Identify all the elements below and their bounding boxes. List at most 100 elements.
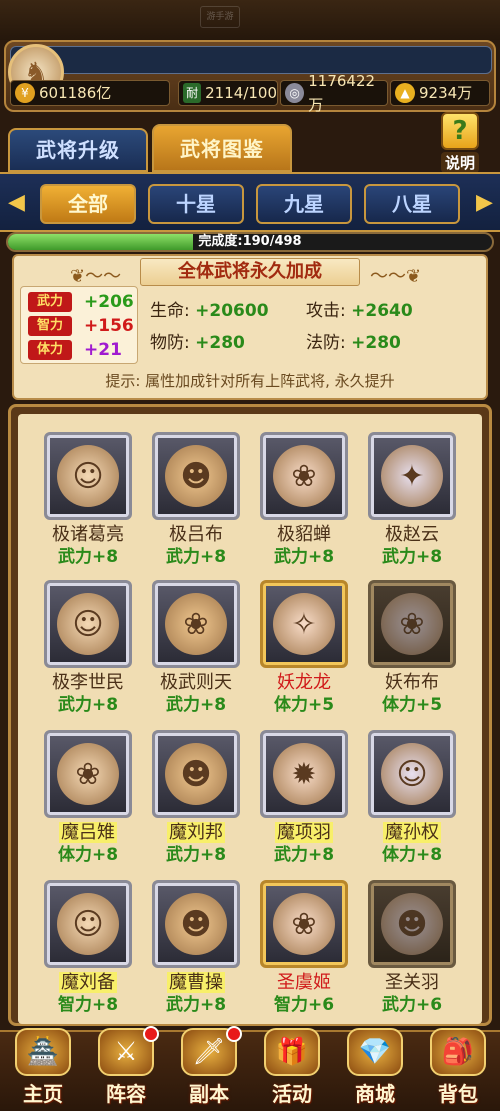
hero-bonus: 体力+8 [381,845,443,865]
hero-bonus: 武力+8 [381,547,443,567]
hero-name: 魔曹操 [146,972,246,994]
hero-card[interactable]: ✹ 魔项羽 武力+8 [254,716,354,865]
hero-portrait: ✧ [260,580,348,668]
hero-name: 妖龙龙 [254,672,354,694]
hero-card[interactable]: ✧ 妖龙龙 体力+5 [254,566,354,715]
hero-card[interactable]: ✦ 极赵云 武力+8 [362,418,462,567]
hp-value: +20600 [195,301,269,321]
hero-face-icon: ❀ [273,893,335,955]
tab-hero-upgrade[interactable]: 武将升级 [8,128,148,172]
palace-icon: 🏯 [15,1028,71,1076]
hero-name-text: 极武则天 [160,672,232,693]
filter-tab-10-star[interactable]: 十星 [148,184,244,224]
help-label: 说明 [440,152,479,173]
nav-home[interactable]: 🏯 主页 [2,1026,84,1111]
hero-bonus: 智力+6 [273,995,335,1015]
bonus-hint: 提示: 属性加成针对所有上阵武将, 永久提升 [105,372,395,390]
hero-name: 妖布布 [362,672,462,694]
filter-tab-all[interactable]: 全部 [40,184,136,224]
silver-value: 1176422万 [308,72,376,114]
hero-portrait: ❀ [44,730,132,818]
bag-icon: 🎒 [430,1028,486,1076]
hero-bonus: 体力+5 [273,695,335,715]
hero-name: 极诸葛亮 [38,524,138,546]
help-button[interactable]: ? 说明 [430,112,490,173]
nav-events[interactable]: 🎁 活动 [251,1026,333,1111]
hero-bonus: 武力+8 [57,547,119,567]
hero-card[interactable]: ☻ 魔刘邦 武力+8 [146,716,246,865]
ingot-display: ▲ 9234万 [390,80,490,106]
hero-bonus: 体力+8 [57,845,119,865]
hero-name-text: 极赵云 [385,524,439,545]
hero-name-text: 魔项羽 [275,822,333,843]
hero-card[interactable]: ☺ 魔孙权 体力+8 [362,716,462,865]
hero-card[interactable]: ☺ 极李世民 武力+8 [38,566,138,715]
nav-lineup[interactable]: ⚔ 阵容 [85,1026,167,1111]
hero-bonus: 武力+8 [273,845,335,865]
pdef-bonus: 物防: +280 [150,332,245,354]
hero-portrait: ☻ [152,432,240,520]
hero-name-text: 极吕布 [169,524,223,545]
hero-bonus: 体力+5 [381,695,443,715]
hero-portrait: ❀ [368,580,456,668]
silver-coin-icon: ◎ [285,83,305,103]
hero-face-icon: ❀ [381,593,443,655]
hero-name: 魔孙权 [362,822,462,844]
status-bar [0,0,500,40]
hero-face-icon: ❀ [165,593,227,655]
filter-tab-9-star[interactable]: 九星 [256,184,352,224]
nav-label: 活动 [272,1082,312,1106]
hero-bonus: 武力+8 [165,695,227,715]
stamina-icon: 耐 [183,83,202,103]
filter-tab-8-star[interactable]: 八星 [364,184,460,224]
nav-bag[interactable]: 🎒 背包 [417,1026,499,1111]
hero-name-text: 极诸葛亮 [52,524,124,545]
scroll-left-icon[interactable]: ◀ [8,190,25,216]
hero-name: 魔刘邦 [146,822,246,844]
hp-label: 生命: [150,301,190,321]
nav-dungeon[interactable]: 🗡 副本 [168,1026,250,1111]
hero-bonus: 武力+8 [273,547,335,567]
mdef-value: +280 [351,333,401,353]
hero-face-icon: ☻ [381,893,443,955]
hero-card[interactable]: ❀ 圣虞姬 智力+6 [254,866,354,1015]
hero-name-text: 魔曹操 [167,972,225,993]
hero-card[interactable]: ☻ 极吕布 武力+8 [146,418,246,567]
hero-name: 极武则天 [146,672,246,694]
hero-portrait: ☺ [368,730,456,818]
hero-portrait: ☺ [44,432,132,520]
scroll-right-icon[interactable]: ▶ [476,190,493,216]
hero-portrait: ☺ [44,580,132,668]
nav-shop[interactable]: 💎 商城 [334,1026,416,1111]
hero-portrait: ☻ [368,880,456,968]
hero-card[interactable]: ❀ 极貂蝉 武力+8 [254,418,354,567]
hero-face-icon: ☺ [57,593,119,655]
hero-face-icon: ☻ [165,445,227,507]
hero-name: 圣虞姬 [254,972,354,994]
hero-card[interactable]: ☻ 圣关羽 武力+6 [362,866,462,1015]
vitality-value: +21 [84,340,122,360]
player-name-strip [10,46,492,74]
hero-portrait: ☺ [44,880,132,968]
hero-card[interactable]: ☺ 魔刘备 智力+8 [38,866,138,1015]
hero-face-icon: ☺ [57,445,119,507]
hero-card[interactable]: ❀ 妖布布 体力+5 [362,566,462,715]
tab-hero-gallery[interactable]: 武将图鉴 [152,124,292,172]
ingot-value: 9234万 [419,84,473,102]
hero-card[interactable]: ❀ 极武则天 武力+8 [146,566,246,715]
hero-name: 极吕布 [146,524,246,546]
hero-face-icon: ☻ [165,893,227,955]
hero-name: 魔吕雉 [38,822,138,844]
hero-card[interactable]: ☻ 魔曹操 武力+8 [146,866,246,1015]
hero-card[interactable]: ❀ 魔吕雉 体力+8 [38,716,138,865]
hero-card[interactable]: ☺ 极诸葛亮 武力+8 [38,418,138,567]
hero-bonus: 武力+6 [381,995,443,1015]
hp-bonus: 生命: +20600 [150,300,269,322]
hero-bonus: 武力+8 [165,845,227,865]
hero-portrait: ✦ [368,432,456,520]
hero-bonus: 武力+8 [165,547,227,567]
nav-label: 主页 [23,1082,63,1106]
bonus-title: 全体武将永久加成 [140,258,360,286]
hero-name-text: 圣关羽 [385,972,439,993]
hero-name-text: 魔吕雉 [59,822,117,843]
